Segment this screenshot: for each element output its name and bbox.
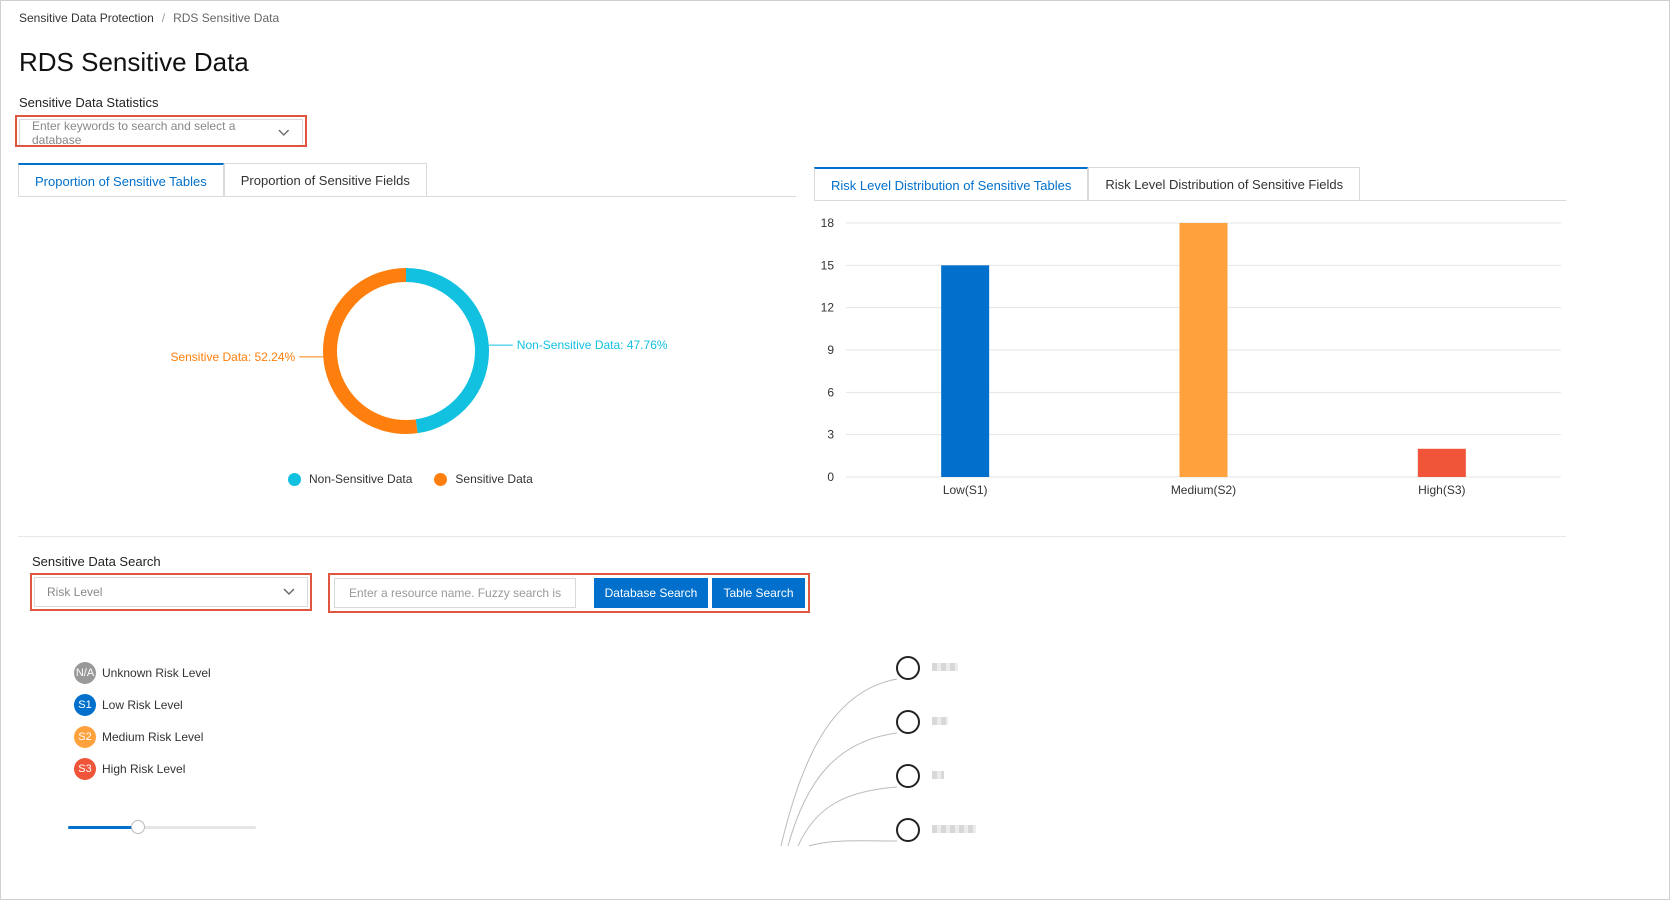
redacted-label [932,663,958,671]
redacted-label [932,771,944,779]
tree-node[interactable] [896,764,920,788]
tree-node[interactable] [896,656,920,680]
redacted-label [932,825,976,833]
redacted-label [932,717,948,725]
tree-node[interactable] [896,818,920,842]
page-frame: Sensitive Data Protection / RDS Sensitiv… [0,0,1670,900]
tree-node[interactable] [896,710,920,734]
tree-links [780,678,898,847]
